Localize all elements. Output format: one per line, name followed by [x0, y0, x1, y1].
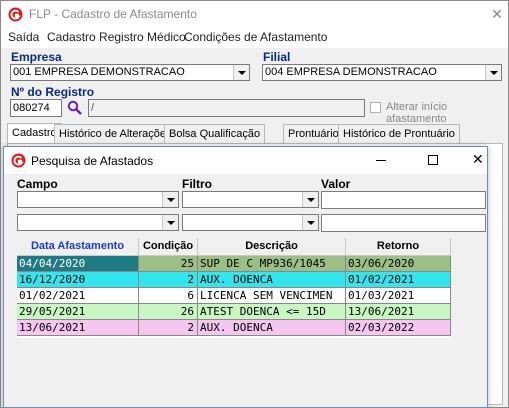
- cell-retorno: 01/02/2021: [346, 272, 451, 288]
- column-header-retorno[interactable]: Retorno: [346, 238, 451, 256]
- menu-saida[interactable]: Saída: [8, 30, 39, 44]
- cell-condicao: 6: [139, 288, 198, 304]
- chevron-down-icon[interactable]: [162, 192, 178, 207]
- dialog-title: Pesquisa de Afastados: [31, 154, 154, 168]
- chevron-down-icon[interactable]: [162, 215, 178, 230]
- minimize-icon[interactable]: [376, 160, 386, 161]
- menu-condicoes-afastamento[interactable]: Condições de Afastamento: [184, 30, 327, 44]
- window-title: FLP - Cadastro de Afastamento: [29, 7, 197, 21]
- empresa-select[interactable]: 001 EMPRESA DEMONSTRACAO: [10, 64, 250, 81]
- column-header-condicao[interactable]: Condição: [139, 238, 198, 256]
- dialog-titlebar: Pesquisa de Afastados ✕: [4, 147, 487, 174]
- close-icon[interactable]: ✕: [488, 5, 506, 23]
- cell-condicao: 26: [139, 304, 198, 320]
- filtro-select-2[interactable]: [182, 214, 319, 231]
- table-row[interactable]: 16/12/2020 2 AUX. DOENCA 01/02/2021: [17, 272, 482, 288]
- chevron-down-icon[interactable]: [485, 65, 501, 80]
- filtro-select-1[interactable]: [182, 191, 319, 208]
- campo-label: Campo: [17, 177, 58, 191]
- filtro-label: Filtro: [182, 177, 212, 191]
- valor-label: Valor: [321, 177, 351, 191]
- campo-select-2[interactable]: [17, 214, 179, 231]
- cell-descricao: ATEST DOENCA <= 15D: [198, 304, 346, 320]
- cell-retorno: 03/06/2020: [346, 256, 451, 272]
- cell-data: 29/05/2021: [17, 304, 139, 320]
- maximize-icon[interactable]: [428, 155, 438, 165]
- grid-header: Data Afastamento Condição Descrição Reto…: [17, 238, 451, 256]
- cell-descricao: SUP DE C MP936/1045: [198, 256, 346, 272]
- registro-label: Nº do Registro: [11, 85, 95, 99]
- cell-condicao: 2: [139, 272, 198, 288]
- chevron-down-icon[interactable]: [302, 192, 318, 207]
- menubar: Saída Cadastro Registro Médico Condições…: [1, 28, 508, 48]
- cell-data: 16/12/2020: [17, 272, 139, 288]
- menu-cadastro-registro-medico[interactable]: Cadastro Registro Médico: [47, 30, 186, 44]
- chevron-down-icon[interactable]: [302, 215, 318, 230]
- app-logo-icon: [8, 7, 23, 22]
- tab-prontuario[interactable]: Prontuário: [283, 124, 344, 144]
- cell-condicao: 25: [139, 256, 198, 272]
- cell-descricao: AUX. DOENCA: [198, 320, 346, 336]
- cell-retorno: 01/03/2021: [346, 288, 451, 304]
- column-header-data[interactable]: Data Afastamento: [17, 238, 139, 256]
- filial-value: 004 EMPRESA DEMONSTRACAO: [265, 66, 437, 78]
- cell-condicao: 2: [139, 320, 198, 336]
- chevron-down-icon[interactable]: [233, 65, 249, 80]
- close-icon[interactable]: ✕: [472, 151, 484, 168]
- column-header-descricao[interactable]: Descrição: [198, 238, 346, 256]
- campo-select-1[interactable]: [17, 191, 179, 208]
- search-dialog: Pesquisa de Afastados ✕ Campo Filtro Val…: [3, 146, 488, 408]
- table-row[interactable]: 01/02/2021 6 LICENCA SEM VENCIMEN 01/03/…: [17, 288, 482, 304]
- valor-input-2[interactable]: [321, 214, 486, 232]
- valor-input-1[interactable]: [321, 191, 486, 209]
- cell-retorno: 13/06/2021: [346, 304, 451, 320]
- cell-retorno: 02/03/2022: [346, 320, 451, 336]
- table-row[interactable]: 04/04/2020 25 SUP DE C MP936/1045 03/06/…: [17, 256, 482, 272]
- empresa-value: 001 EMPRESA DEMONSTRACAO: [13, 66, 185, 78]
- tab-historico-alteracoes[interactable]: Histórico de Alterações: [54, 124, 177, 144]
- alterar-checkbox[interactable]: [370, 102, 381, 113]
- app-logo-icon: [11, 153, 26, 168]
- alterar-label: Alterar início afastamento: [386, 101, 448, 125]
- cell-descricao: LICENCA SEM VENCIMEN: [198, 288, 346, 304]
- cell-descricao: AUX. DOENCA: [198, 272, 346, 288]
- filial-label: Filial: [263, 50, 291, 64]
- cell-data: 13/06/2021: [17, 320, 139, 336]
- filial-select[interactable]: 004 EMPRESA DEMONSTRACAO: [262, 64, 502, 81]
- table-row[interactable]: 13/06/2021 2 AUX. DOENCA 02/03/2022: [17, 320, 482, 336]
- table-row[interactable]: 29/05/2021 26 ATEST DOENCA <= 15D 13/06/…: [17, 304, 482, 320]
- nome-input[interactable]: /: [88, 99, 365, 117]
- search-icon[interactable]: [67, 100, 83, 116]
- main-titlebar: FLP - Cadastro de Afastamento ✕: [1, 1, 508, 28]
- cell-data: 01/02/2021: [17, 288, 139, 304]
- empresa-label: Empresa: [11, 50, 62, 64]
- registro-input[interactable]: 080274: [10, 99, 62, 117]
- results-grid[interactable]: Data Afastamento Condição Descrição Reto…: [17, 238, 451, 338]
- cell-data: 04/04/2020: [17, 256, 139, 272]
- tab-historico-prontuario[interactable]: Histórico de Prontuário: [338, 124, 460, 144]
- tab-bolsa-qualificacao[interactable]: Bolsa Qualificação: [164, 124, 266, 144]
